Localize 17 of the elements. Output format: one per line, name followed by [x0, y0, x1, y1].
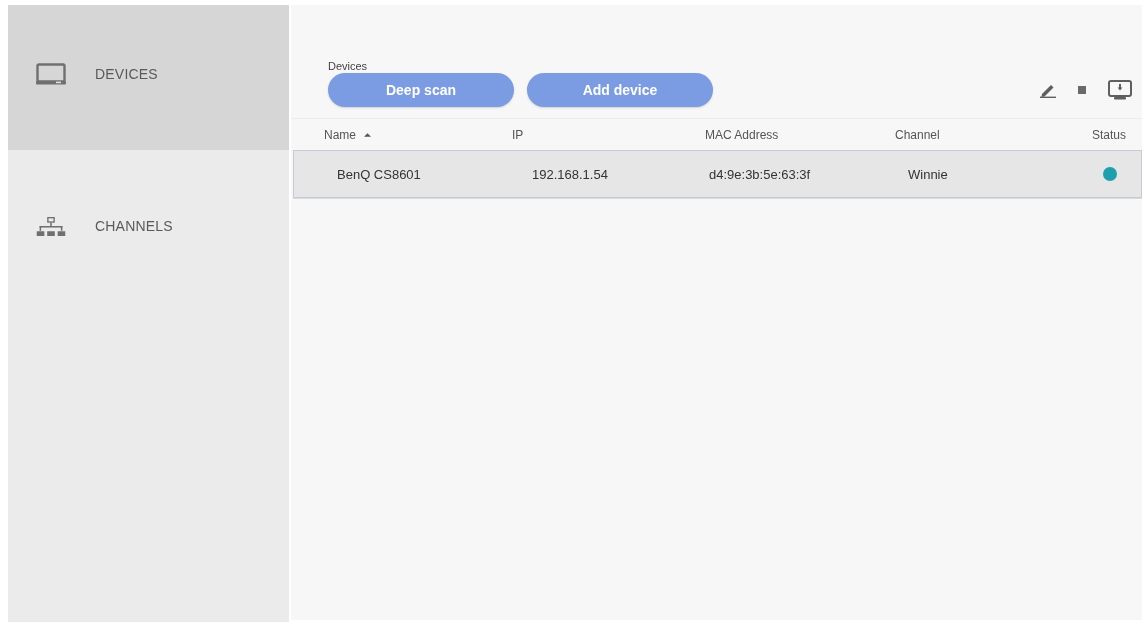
column-header[interactable]: Status: [1046, 127, 1126, 142]
sidebar-item[interactable]: CHANNELS: [8, 150, 289, 300]
sidebar-item[interactable]: DEVICES: [8, 5, 289, 150]
table-cell: Winnie: [908, 166, 948, 182]
table-cell: d4:9e:3b:5e:63:3f: [709, 166, 811, 182]
monitor-download-icon[interactable]: [1108, 80, 1132, 100]
monitor-icon: [36, 62, 66, 85]
table-cell: 192.168.1.54: [532, 166, 608, 182]
column-header[interactable]: Name: [324, 127, 512, 142]
network-icon: [36, 216, 66, 236]
column-header[interactable]: MAC Address: [705, 127, 895, 142]
pencil-icon[interactable]: [1040, 82, 1056, 98]
table-cell: BenQ CS8601: [337, 166, 421, 182]
table-row[interactable]: BenQ CS8601 192.168.1.54 d4:9e:3b:5e:63:3f Winnie: [293, 150, 1142, 198]
page-title: Devices: [328, 59, 368, 73]
column-header[interactable]: Channel: [895, 127, 1046, 142]
column-header[interactable]: IP: [512, 127, 705, 142]
